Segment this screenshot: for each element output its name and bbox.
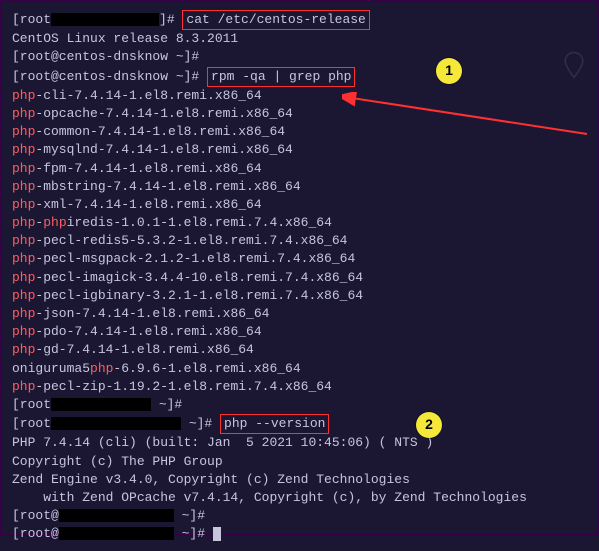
marker-1-icon: 1 — [436, 58, 462, 84]
pkg-line: php-pecl-msgpack-2.1.2-1.el8.remi.7.4.x8… — [12, 250, 587, 268]
pkg-line-oniguruma: oniguruma5php-6.9.6-1.el8.remi.x86_64 — [12, 360, 587, 378]
redacted-host — [59, 509, 174, 522]
pkg-line: php-opcache-7.4.14-1.el8.remi.x86_64 — [12, 105, 587, 123]
line-prompt-1: [root@centos-dnsknow ~]# — [12, 48, 587, 66]
line-prompt-final-1: [root@ ~]# — [12, 507, 587, 525]
cmd-php-version: php --version — [220, 414, 329, 434]
terminal-output: [root]# cat /etc/centos-release CentOS L… — [2, 2, 597, 551]
line-prompt-final-2[interactable]: [root@ ~]# — [12, 525, 587, 543]
pkg-line: php-gd-7.4.14-1.el8.remi.x86_64 — [12, 341, 587, 359]
pkg-line: php-json-7.4.14-1.el8.remi.x86_64 — [12, 305, 587, 323]
line-centos-release: CentOS Linux release 8.3.2011 — [12, 30, 587, 48]
redacted-host — [51, 417, 181, 430]
pkg-line: php-xml-7.4.14-1.el8.remi.x86_64 — [12, 196, 587, 214]
pkg-line: php-mbstring-7.4.14-1.el8.remi.x86_64 — [12, 178, 587, 196]
pkg-line: php-cli-7.4.14-1.el8.remi.x86_64 — [12, 87, 587, 105]
pkg-line: php-fpm-7.4.14-1.el8.remi.x86_64 — [12, 160, 587, 178]
redacted-host — [59, 527, 174, 540]
line-php-version: [root ~]# php --version — [12, 414, 587, 434]
pkg-line: php-pecl-zip-1.19.2-1.el8.remi.7.4.x86_6… — [12, 378, 587, 396]
line-rpm-grep: [root@centos-dnsknow ~]# rpm -qa | grep … — [12, 67, 587, 87]
pkg-line: php-mysqlnd-7.4.14-1.el8.remi.x86_64 — [12, 141, 587, 159]
line-php-ver-2: Copyright (c) The PHP Group — [12, 453, 587, 471]
pkg-line-phpiredis: php-phpiredis-1.0.1-1.el8.remi.7.4.x86_6… — [12, 214, 587, 232]
pkg-line: php-pecl-imagick-3.4.4-10.el8.remi.7.4.x… — [12, 269, 587, 287]
pkg-line: php-pecl-redis5-5.3.2-1.el8.remi.7.4.x86… — [12, 232, 587, 250]
watermark-icon — [559, 50, 589, 90]
pkg-line: php-pecl-igbinary-3.2.1-1.el8.remi.7.4.x… — [12, 287, 587, 305]
line-php-ver-1: PHP 7.4.14 (cli) (built: Jan 5 2021 10:4… — [12, 434, 587, 452]
pkg-line: php-common-7.4.14-1.el8.remi.x86_64 — [12, 123, 587, 141]
redacted-host — [51, 398, 151, 411]
cmd-rpm-grep: rpm -qa | grep php — [207, 67, 355, 87]
line-php-ver-4: with Zend OPcache v7.4.14, Copyright (c)… — [12, 489, 587, 507]
marker-2-icon: 2 — [416, 412, 442, 438]
redacted-host — [51, 13, 159, 26]
cursor-icon — [213, 527, 221, 541]
line-prompt-short-1: [root ~]# — [12, 396, 587, 414]
line-cat-release: [root]# cat /etc/centos-release — [12, 10, 587, 30]
cmd-cat-release: cat /etc/centos-release — [182, 10, 369, 30]
line-php-ver-3: Zend Engine v3.4.0, Copyright (c) Zend T… — [12, 471, 587, 489]
pkg-line: php-pdo-7.4.14-1.el8.remi.x86_64 — [12, 323, 587, 341]
